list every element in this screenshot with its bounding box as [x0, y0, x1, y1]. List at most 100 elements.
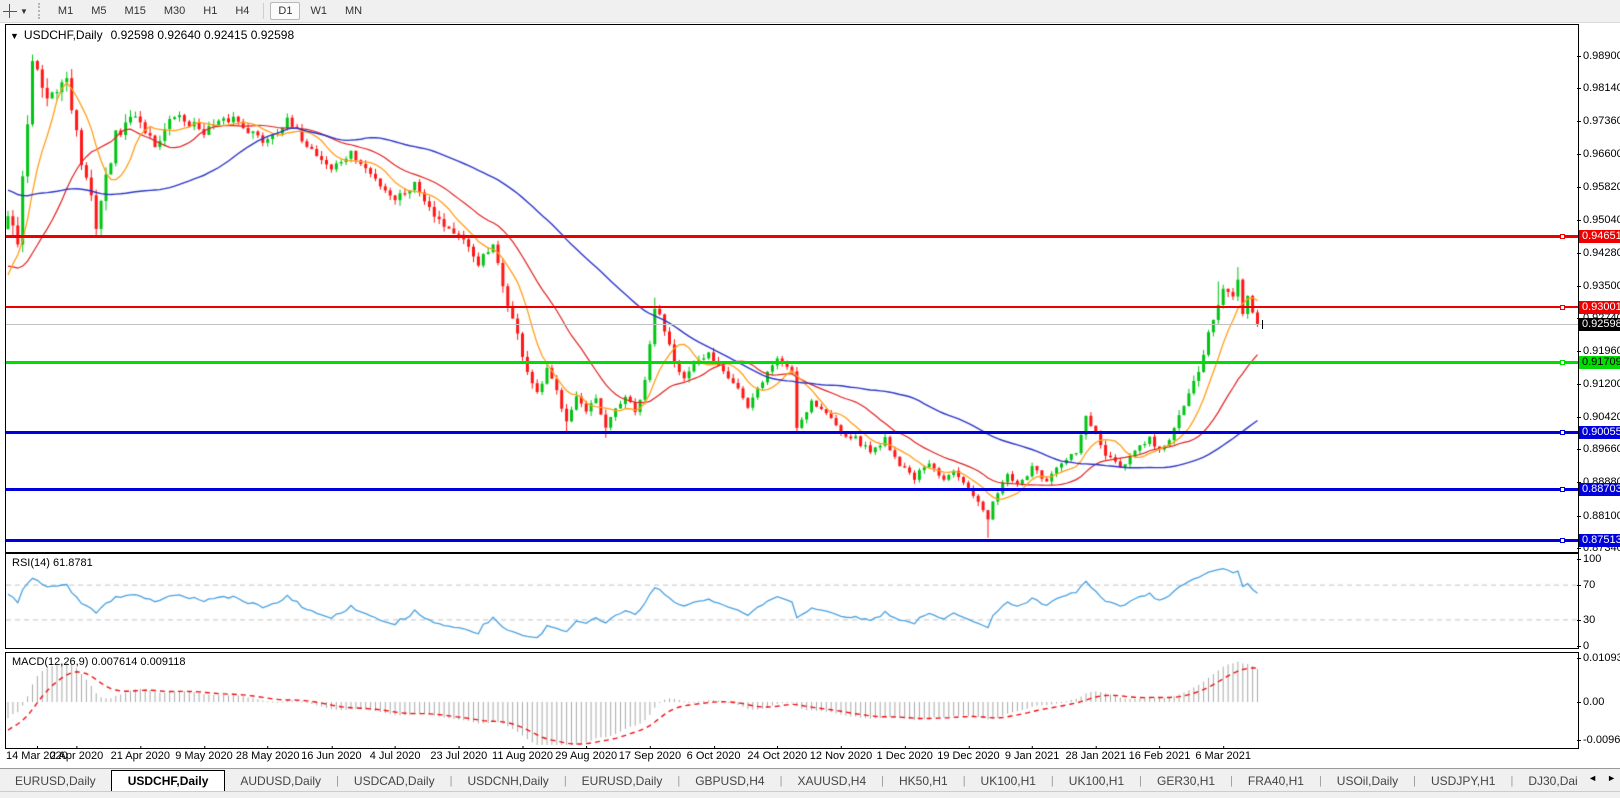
price-level-badge: 0.94651 — [1579, 230, 1620, 243]
price-axis-tick: 0.88100 — [1583, 510, 1620, 522]
date-axis-label: 6 Oct 2020 — [687, 750, 741, 762]
status-strip — [0, 791, 1620, 798]
rsi-axis-tick: 100 — [1583, 553, 1601, 565]
toolbar-grip[interactable] — [38, 3, 43, 19]
date-axis-label: 9 May 2020 — [175, 750, 232, 762]
crosshair-cursor-icon[interactable] — [2, 3, 18, 19]
chart-tab-xauusd-h4[interactable]: XAUUSD,H4 — [782, 771, 881, 791]
date-axis-label: 19 Dec 2020 — [937, 750, 999, 762]
current-bar-marker — [1262, 320, 1263, 329]
date-axis-label: 21 Apr 2020 — [111, 750, 170, 762]
date-axis-label: 16 Jun 2020 — [301, 750, 362, 762]
chart-tab-fra40-h1[interactable]: FRA40,H1 — [1233, 771, 1319, 791]
chart-tab-gbpusd-h4[interactable]: GBPUSD,H4 — [680, 771, 779, 791]
macd-axis-tick: 0.010933 — [1583, 652, 1620, 664]
timeframe-button-m30[interactable]: M30 — [156, 2, 193, 20]
date-axis-label: 2 Apr 2020 — [50, 750, 103, 762]
timeframe-button-mn[interactable]: MN — [337, 2, 370, 20]
date-axis-label: 17 Sep 2020 — [619, 750, 681, 762]
price-level-badge: 0.87513 — [1579, 534, 1620, 547]
rsi-chart-canvas[interactable] — [6, 554, 1578, 648]
level-line-0.91709[interactable] — [6, 361, 1578, 364]
chart-tab-bar: EURUSD,DailyUSDCHF,DailyAUDUSD,Daily|USD… — [0, 768, 1620, 792]
rsi-indicator-label: RSI(14) 61.8781 — [12, 557, 93, 569]
chart-tab-audusd-daily[interactable]: AUDUSD,Daily — [225, 771, 336, 791]
price-axis-tick: 0.98140 — [1583, 82, 1620, 94]
timeframe-button-h4[interactable]: H4 — [227, 2, 257, 20]
date-axis-label: 29 Aug 2020 — [555, 750, 617, 762]
rsi-axis-tick: 0 — [1583, 640, 1589, 652]
candlestick-chart-canvas[interactable] — [6, 25, 1578, 552]
macd-axis-tick: 0.00 — [1583, 696, 1604, 708]
tab-scroll-buttons: ◄ ► — [1588, 773, 1616, 783]
level-line-0.90055[interactable] — [6, 431, 1578, 434]
tab-scroll-right-icon[interactable]: ► — [1607, 773, 1616, 783]
chart-tab-dj30-daily[interactable]: DJ30,Daily — [1513, 771, 1578, 791]
current-price-line — [6, 324, 1578, 325]
timeframe-button-h1[interactable]: H1 — [195, 2, 225, 20]
level-line-handle[interactable] — [1560, 430, 1565, 435]
price-axis-tick: 0.94280 — [1583, 247, 1620, 259]
date-axis-label: 6 Mar 2021 — [1195, 750, 1251, 762]
date-axis-label: 4 Jul 2020 — [370, 750, 421, 762]
level-line-0.93001[interactable] — [6, 306, 1578, 308]
current-price-badge: 0.92598 — [1579, 318, 1620, 331]
price-axis-tick: 0.98900 — [1583, 50, 1620, 62]
level-line-handle[interactable] — [1560, 360, 1565, 365]
date-axis-label: 23 Jul 2020 — [430, 750, 487, 762]
level-line-handle[interactable] — [1560, 305, 1565, 310]
chart-tab-usoil-daily[interactable]: USOil,Daily — [1322, 771, 1413, 791]
date-axis-label: 12 Nov 2020 — [810, 750, 872, 762]
timeframe-button-m5[interactable]: M5 — [83, 2, 114, 20]
date-axis-label: 9 Jan 2021 — [1005, 750, 1059, 762]
level-line-handle[interactable] — [1560, 487, 1565, 492]
trading-terminal-window: ▼ M1M5M15M30H1H4D1W1MN ▼USDCHF,Daily0.92… — [0, 0, 1620, 798]
chart-tab-ger30-h1[interactable]: GER30,H1 — [1142, 771, 1230, 791]
date-axis-label: 28 May 2020 — [236, 750, 300, 762]
timeframe-button-m1[interactable]: M1 — [50, 2, 81, 20]
price-axis-tick: 0.91200 — [1583, 378, 1620, 390]
date-axis-label: 1 Dec 2020 — [877, 750, 933, 762]
price-axis-tick: 0.96600 — [1583, 148, 1620, 160]
timeframe-toolbar: ▼ M1M5M15M30H1H4 D1W1MN — [0, 0, 1620, 23]
chart-ohlc-values: 0.92598 0.92640 0.92415 0.92598 — [111, 28, 295, 42]
chart-tab-eurusd-daily[interactable]: EURUSD,Daily — [0, 771, 111, 791]
date-axis-label: 16 Feb 2021 — [1129, 750, 1191, 762]
rsi-axis-tick: 70 — [1583, 579, 1595, 591]
chart-tab-usdcad-daily[interactable]: USDCAD,Daily — [339, 771, 450, 791]
chart-tab-usdjpy-h1[interactable]: USDJPY,H1 — [1416, 771, 1510, 791]
date-axis-label: 24 Oct 2020 — [747, 750, 807, 762]
chart-tab-uk100-h1[interactable]: UK100,H1 — [1054, 771, 1139, 791]
rsi-axis-tick: 30 — [1583, 614, 1595, 626]
chart-tab-usdchf-daily[interactable]: USDCHF,Daily — [111, 770, 226, 792]
macd-axis-tick: -0.00965 — [1583, 734, 1620, 746]
toolbar-separator — [263, 3, 264, 19]
price-axis-tick: 0.97360 — [1583, 115, 1620, 127]
chart-tab-hk50-h1[interactable]: HK50,H1 — [884, 771, 963, 791]
macd-chart-canvas[interactable] — [6, 653, 1578, 748]
level-line-0.87513[interactable] — [6, 539, 1578, 542]
level-line-handle[interactable] — [1560, 234, 1565, 239]
timeframe-button-d1[interactable]: D1 — [270, 2, 300, 20]
tab-scroll-left-icon[interactable]: ◄ — [1588, 773, 1597, 783]
chart-tabs: EURUSD,DailyUSDCHF,DailyAUDUSD,Daily|USD… — [0, 770, 1578, 792]
timeframe-button-m15[interactable]: M15 — [116, 2, 153, 20]
price-level-badge: 0.90055 — [1579, 426, 1620, 439]
level-line-handle[interactable] — [1560, 538, 1565, 543]
level-line-0.88703[interactable] — [6, 488, 1578, 491]
cursor-dropdown-icon[interactable]: ▼ — [20, 7, 28, 16]
symbol-dropdown-icon[interactable]: ▼ — [10, 31, 19, 41]
price-level-badge: 0.93001 — [1579, 301, 1620, 314]
price-level-badge: 0.88703 — [1579, 483, 1620, 496]
price-axis-tick: 0.95040 — [1583, 214, 1620, 226]
chart-tab-eurusd-daily[interactable]: EURUSD,Daily — [567, 771, 678, 791]
level-line-0.94651[interactable] — [6, 235, 1578, 238]
price-axis-tick: 0.93500 — [1583, 280, 1620, 292]
chart-title: ▼USDCHF,Daily0.92598 0.92640 0.92415 0.9… — [10, 28, 294, 42]
timeframe-buttons: M1M5M15M30H1H4 D1W1MN — [49, 2, 371, 20]
chart-tab-usdcnh-daily[interactable]: USDCNH,Daily — [452, 771, 563, 791]
price-axis-tick: 0.90420 — [1583, 411, 1620, 423]
date-axis-label: 11 Aug 2020 — [492, 750, 553, 762]
chart-tab-uk100-h1[interactable]: UK100,H1 — [966, 771, 1051, 791]
timeframe-button-w1[interactable]: W1 — [302, 2, 335, 20]
